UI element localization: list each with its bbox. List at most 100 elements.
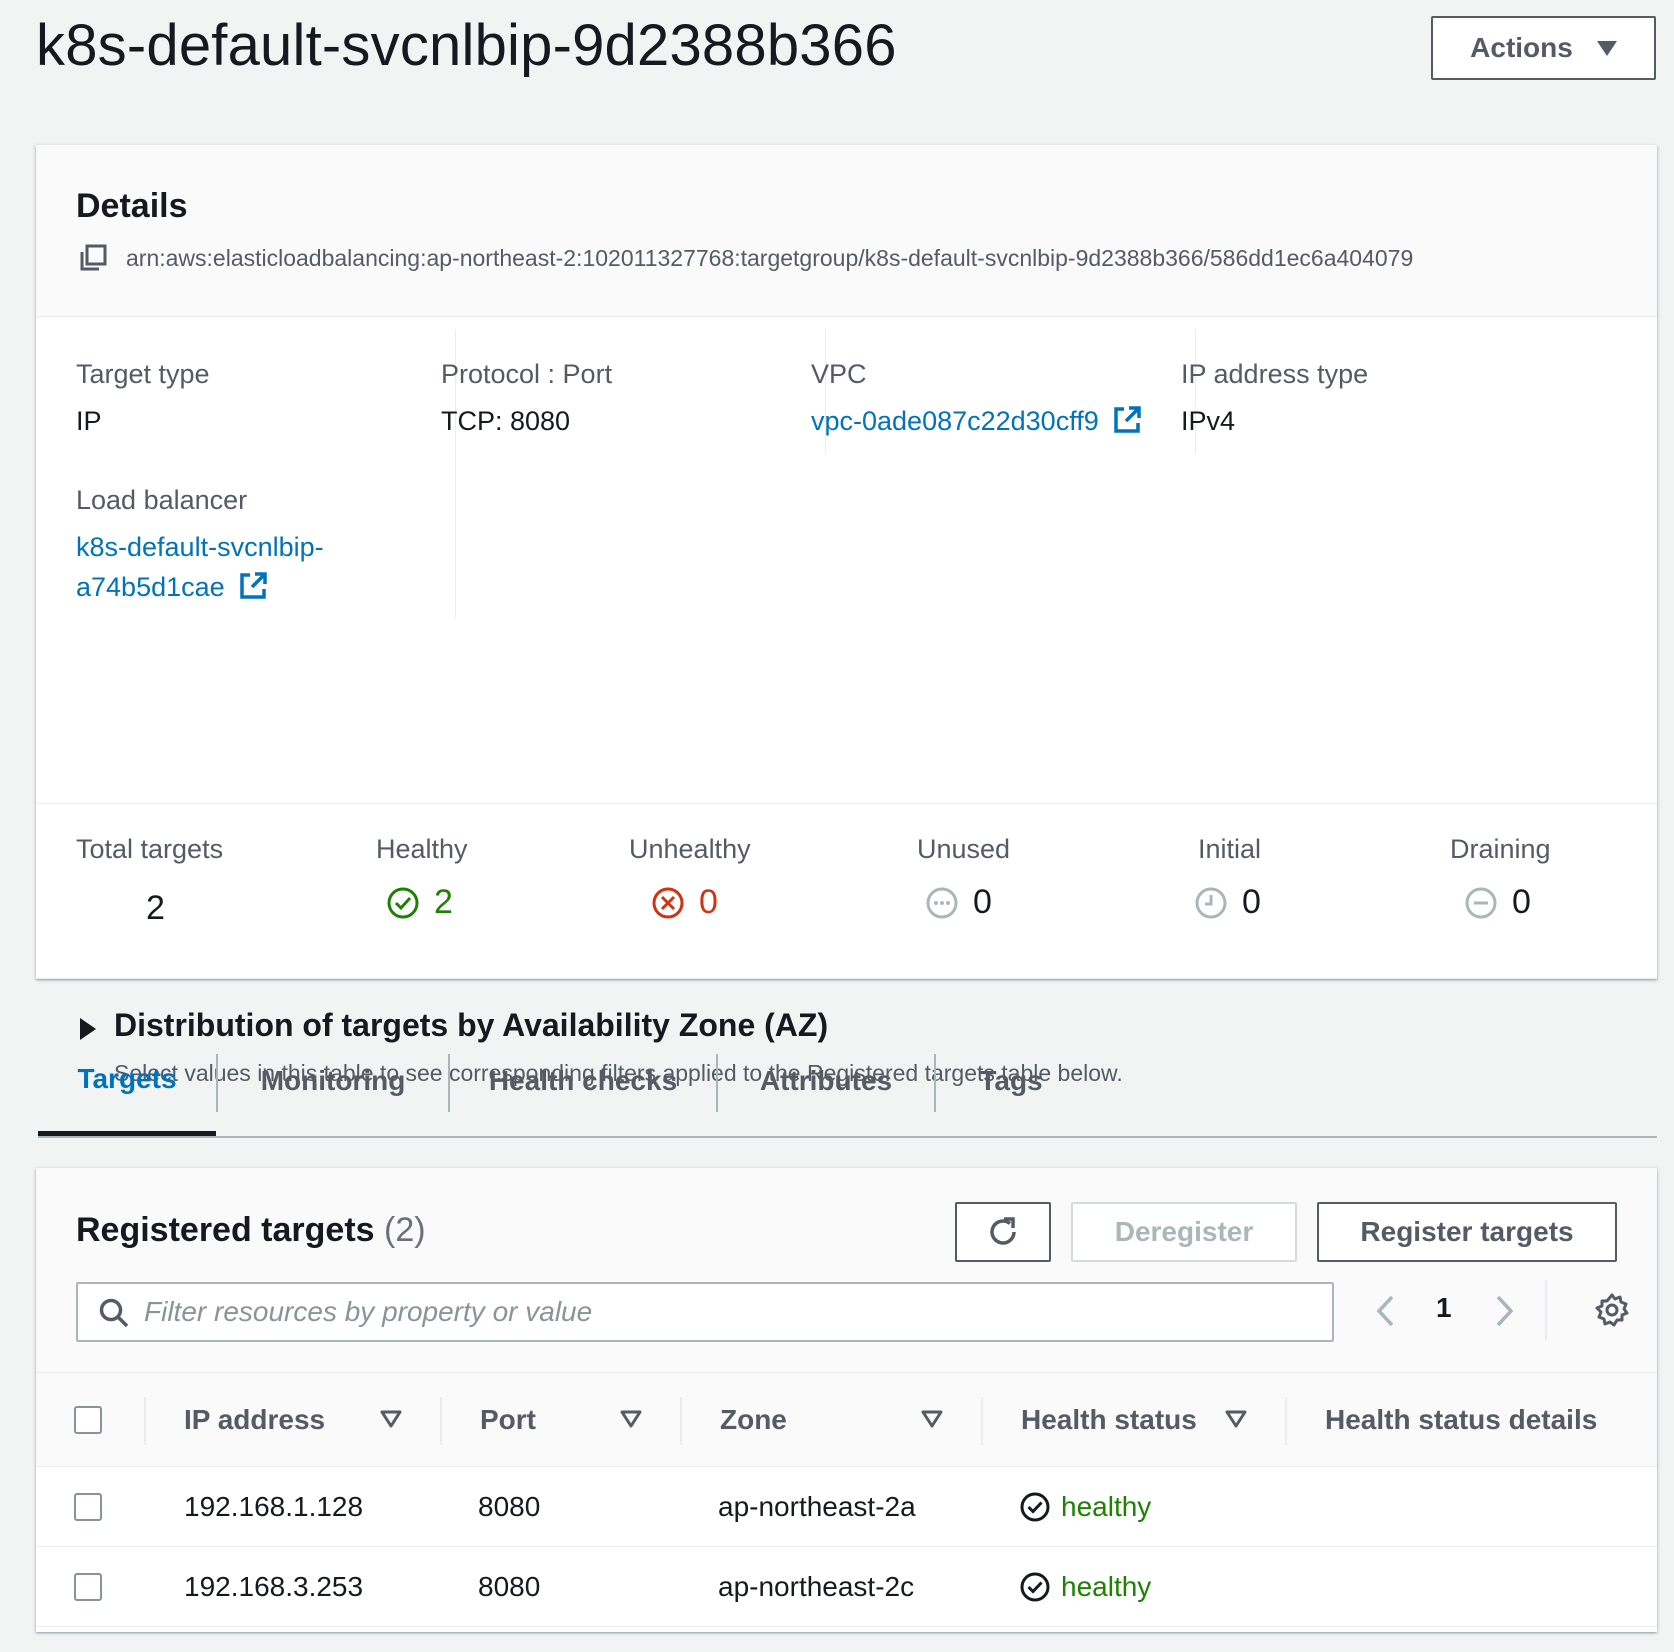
column-divider [1285,1397,1287,1445]
health-status-text: healthy [1061,1571,1152,1602]
unused-label: Unused [917,834,1011,864]
minus-circle-icon [1465,887,1497,918]
total-targets-label: Total targets [76,834,224,864]
refresh-button[interactable] [955,1202,1051,1262]
tab-targets[interactable]: Targets [38,1026,216,1136]
actions-button-label: Actions [1470,32,1573,63]
cell-ip-address: 192.168.3.253 [184,1571,364,1602]
column-header-ip-address[interactable]: IP address [184,1373,325,1467]
table-row[interactable]: 192.168.3.253 8080 ap-northeast-2c healt… [36,1547,1657,1627]
load-balancer-label: Load balancer [76,485,248,515]
row-checkbox[interactable] [74,1493,102,1521]
vpc-link[interactable]: vpc-0ade087c22d30cff9 [811,399,1181,443]
column-header-health-status[interactable]: Health status [1021,1373,1197,1467]
refresh-icon [990,1217,1016,1245]
gear-icon[interactable] [1594,1292,1630,1328]
details-heading: Details [76,187,188,225]
table-row[interactable]: 192.168.1.128 8080 ap-northeast-2a healt… [36,1467,1657,1547]
column-header-zone[interactable]: Zone [720,1373,787,1467]
cell-port: 8080 [478,1571,541,1602]
total-targets-stat: Total targets 2 [76,834,223,928]
sort-down-icon[interactable] [1225,1409,1247,1429]
draining-value: 0 [1512,883,1531,921]
deregister-button[interactable]: Deregister [1071,1202,1297,1262]
cell-ip-address: 192.168.1.128 [184,1491,364,1522]
registered-targets-title: Registered targets (2) [76,1211,426,1250]
register-targets-button[interactable]: Register targets [1317,1202,1617,1262]
target-type-field: Target type IP Load balancer k8s-default… [76,337,446,609]
healthy-value: 2 [434,883,453,921]
column-header-health-status-details: Health status details [1325,1404,1598,1435]
column-divider [981,1397,983,1445]
vpc-field: VPC vpc-0ade087c22d30cff9 [811,337,1181,443]
unhealthy-stat: Unhealthy 0 [629,834,751,922]
column-divider [680,1397,682,1445]
check-circle-icon [387,887,419,918]
column-divider [440,1397,442,1445]
filter-search-box[interactable] [76,1282,1334,1342]
select-all-checkbox[interactable] [74,1406,102,1434]
chevron-left-icon[interactable] [1372,1293,1398,1329]
table-header: IP address Port Zone Health status Healt… [36,1373,1657,1467]
initial-label: Initial [1198,834,1262,864]
tab-attributes[interactable]: Attributes [718,1026,934,1136]
sort-down-icon[interactable] [620,1409,642,1429]
target-type-label: Target type [76,359,210,389]
target-counts: Total targets 2 Healthy 2 Unhealthy 0 Un… [36,804,1657,979]
ellipsis-circle-icon [926,887,958,918]
target-group-arn: arn:aws:elasticloadbalancing:ap-northeas… [126,245,1414,271]
registered-targets-heading: Registered targets [76,1211,375,1249]
protocol-port-value: TCP: 8080 [441,406,571,436]
chevron-right-icon[interactable] [1492,1293,1518,1329]
healthy-stat: Healthy 2 [376,834,468,922]
sort-down-icon[interactable] [921,1409,943,1429]
tab-health-checks[interactable]: Health checks [450,1026,716,1136]
row-checkbox[interactable] [74,1573,102,1601]
caret-down-icon [1596,40,1617,56]
sort-down-icon[interactable] [380,1409,402,1429]
details-header: Details arn:aws:elasticloadbalancing:ap-… [36,145,1657,317]
total-targets-value: 2 [146,889,165,927]
unhealthy-value: 0 [699,883,718,921]
external-link-icon [240,572,267,599]
check-circle-icon [1020,1492,1050,1522]
external-link-icon [1114,406,1141,433]
load-balancer-link-line2: a74b5d1cae [76,572,225,602]
unused-value: 0 [973,883,992,921]
cell-health-status: healthy [1019,1467,1151,1547]
ip-address-type-field: IP address type IPv4 [1181,337,1551,441]
load-balancer-link[interactable]: k8s-default-svcnlbip- a74b5d1cae [76,525,446,609]
registered-targets-panel: Registered targets (2) Deregister Regist… [36,1168,1657,1632]
unhealthy-label: Unhealthy [629,834,751,864]
column-divider [144,1397,146,1445]
actions-button[interactable]: Actions [1431,16,1656,80]
search-icon [99,1298,129,1328]
health-status-text: healthy [1061,1491,1152,1522]
draining-stat: Draining 0 [1450,834,1551,922]
column-header-port[interactable]: Port [480,1373,536,1467]
ip-address-type-label: IP address type [1181,359,1369,389]
page-title: k8s-default-svcnlbip-9d2388b366 [36,13,897,78]
vpc-label: VPC [811,359,867,389]
healthy-label: Healthy [376,834,468,864]
protocol-port-field: Protocol : Port TCP: 8080 [441,337,811,441]
registered-targets-count: (2) [384,1211,426,1249]
initial-stat: Initial 0 [1195,834,1262,922]
draining-label: Draining [1450,834,1551,864]
unused-stat: Unused 0 [917,834,1010,922]
page-number[interactable]: 1 [1436,1292,1452,1324]
registered-targets-header: Registered targets (2) Deregister Regist… [36,1168,1657,1373]
check-circle-icon [1020,1572,1050,1602]
cell-zone: ap-northeast-2c [718,1571,915,1602]
cell-health-status: healthy [1019,1547,1151,1627]
copy-icon[interactable] [78,243,108,273]
pager-divider [1545,1280,1547,1340]
tab-tags[interactable]: Tags [936,1026,1086,1136]
filter-search-input[interactable] [144,1292,1244,1332]
cell-port: 8080 [478,1491,541,1522]
details-attributes: Target type IP Load balancer k8s-default… [36,317,1657,804]
tab-bar: Targets Monitoring Health checks Attribu… [38,1026,1657,1138]
ip-address-type-value: IPv4 [1181,406,1236,436]
target-type-value: IP [76,406,102,436]
tab-monitoring[interactable]: Monitoring [218,1026,448,1136]
